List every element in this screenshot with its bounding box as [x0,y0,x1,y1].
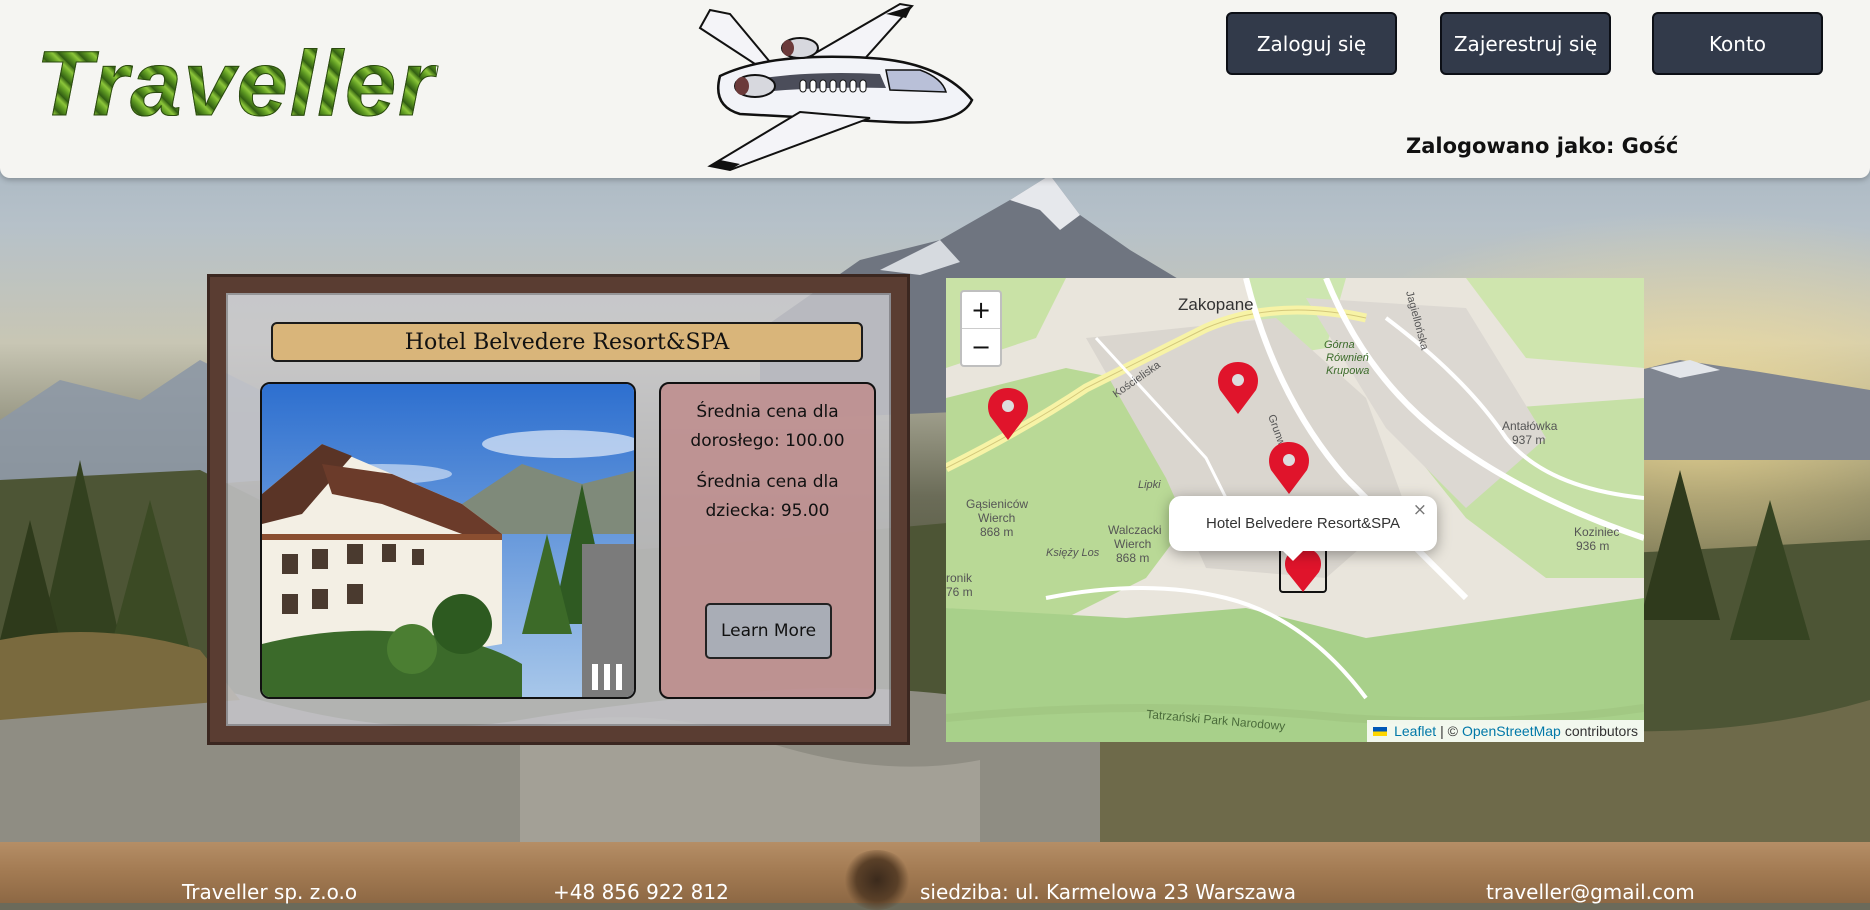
map-label: 76 m [946,585,973,599]
leaflet-link[interactable]: Leaflet [1394,723,1436,739]
map-label-zakopane: Zakopane [1178,295,1254,314]
site-footer: Traveller sp. z.o.o +48 856 922 812 sied… [0,842,1870,910]
logged-in-status: Zalogowano jako: Gość [1406,134,1679,158]
account-button[interactable]: Konto [1652,12,1823,75]
adult-price: Średnia cena dla dorosłego: 100.00 [690,402,845,451]
login-button[interactable]: Zaloguj się [1226,12,1397,75]
map-label: Walczacki [1108,523,1162,537]
popup-hotel-name: Hotel Belvedere Resort&SPA [1206,515,1400,532]
footer-company: Traveller sp. z.o.o [182,880,358,904]
map-label: Krupowa [1326,365,1369,377]
register-button[interactable]: Zajerestruj się [1440,12,1611,75]
footer-email: traveller@gmail.com [1486,880,1695,904]
map-label: 868 m [1116,551,1149,565]
site-header: Traveller Zaloguj się Zajerestruj się Ko… [0,0,1870,178]
map-label: 936 m [1576,539,1609,553]
hotel-name: Hotel Belvedere Resort&SPA [271,322,863,362]
map-label: Górna [1324,339,1355,351]
map-label: 868 m [980,525,1013,539]
hotel-photo [260,382,636,699]
map-label: Lipki [1138,479,1161,491]
footer-address: siedziba: ul. Karmelowa 23 Warszawa [920,880,1297,904]
child-price: Średnia cena dla dziecka: 95.00 [696,472,839,521]
map-label: Równień [1326,352,1369,364]
ukraine-flag-icon [1373,726,1388,736]
map-label: Wierch [978,511,1015,525]
zoom-in-button[interactable]: + [962,292,1000,328]
map-label: 937 m [1512,433,1545,447]
map-attribution: Leaflet | © OpenStreetMap contributors [1367,720,1644,742]
map-label: ronik [946,571,973,585]
popup-close-icon[interactable]: × [1413,500,1427,520]
airplane-illustration [698,2,974,172]
map-label: Antałówka [1502,419,1558,433]
attribution-contributors: contributors [1564,723,1638,739]
map-zoom-control: + − [960,290,1002,367]
map-label: Wierch [1114,537,1151,551]
hotel-info-panel: Średnia cena dla dorosłego: 100.00 Średn… [659,382,876,699]
map-label: Koziniec [1574,525,1619,539]
zoom-out-button[interactable]: − [962,328,1000,365]
hotel-map[interactable]: Zakopane Górna Równień Krupowa Kościelis… [946,278,1644,742]
map-label: Gąsieniców [966,497,1028,511]
site-logo[interactable]: Traveller [36,38,436,131]
learn-more-button[interactable]: Learn More [705,603,832,659]
attribution-separator: | © [1440,723,1458,739]
map-label: Księży Los [1046,547,1100,559]
footer-phone: +48 856 922 812 [553,880,729,904]
openstreetmap-link[interactable]: OpenStreetMap [1462,723,1561,739]
map-popup: Hotel Belvedere Resort&SPA × [1169,496,1437,561]
hotel-card: Hotel Belvedere Resort&SPA Średnia cena … [207,274,910,745]
